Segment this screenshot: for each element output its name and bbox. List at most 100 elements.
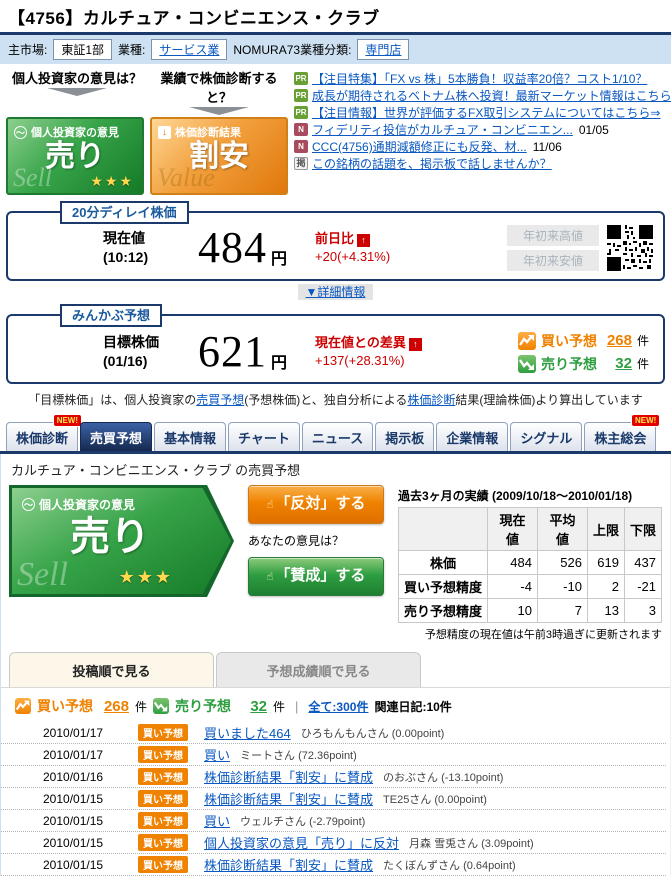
target-price-note: 「目標株価」は、個人投資家の売買予想(予想株価)と、独自分析による株価診断結果(… (0, 391, 671, 408)
table-row: 売り予想精度 10 7 13 3 (399, 599, 662, 623)
sell-forecast-label: 売り予想 (541, 354, 597, 374)
all-posts-link[interactable]: 全て:300件 (308, 698, 368, 715)
trade-forecast-link[interactable]: 売買予想 (196, 393, 244, 407)
current-price-value: 484 (198, 226, 267, 270)
news-item: PR 成長が期待されるベトナム株へ投資！最新マーケット情報はこちら (294, 87, 671, 104)
target-price-value: 621 (198, 330, 267, 374)
stats-table: 現在値 平均値 上限 下限 株価 484 526 619 437 買い予想精度 … (398, 507, 662, 623)
post-title-link[interactable]: 株価診断結果「割安」に賛成 (204, 855, 373, 874)
nomura-link[interactable]: 専門店 (357, 39, 409, 60)
board-link[interactable]: この銘柄の話題を、掲示板で話しませんか？ (312, 155, 552, 172)
opinion-badges: 個人投資家の意見は？ 業績で株価診断すると？ 〜 個人投資家の意見 売り Sel… (6, 68, 290, 195)
tab-company-info[interactable]: 企業情報 (436, 422, 508, 451)
agree-button[interactable]: ☝「賛成」する (248, 557, 384, 596)
buy-forecast-icon (518, 332, 536, 350)
star-rating: ★★★ (119, 567, 173, 588)
corner-cell (399, 508, 488, 551)
up-arrow-icon: ↑ (409, 338, 422, 351)
post-title-link[interactable]: 株価診断結果「割安」に賛成 (204, 789, 373, 808)
buy-forecast-badge: 買い予想 (138, 856, 188, 873)
main-tabs: 株価診断NEW! 売買予想 基本情報 チャート ニュース 掲示板 企業情報 シグ… (0, 414, 671, 451)
opinion-news-row: 個人投資家の意見は？ 業績で株価診断すると？ 〜 個人投資家の意見 売り Sel… (0, 64, 671, 197)
quote-time: (10:12) (103, 248, 198, 267)
news-item: N フィデリティ投信がカルチュア・コンビニエン... 01/05 (294, 121, 671, 138)
year-high-button[interactable]: 年初来高値 (507, 225, 599, 246)
stock-info-bar: 主市場: 東証1部 業種: サービス業 NOMURA73業種分類: 専門店 (0, 32, 671, 64)
sell-count-link[interactable]: 32 (237, 698, 267, 715)
post-row: 2010/01/16 買い予想 株価診断結果「割安」に賛成 のおぶさん (-13… (1, 766, 666, 788)
news-link[interactable]: 成長が期待されるベトナム株へ投資！最新マーケット情報はこちら (312, 87, 671, 104)
year-low-button[interactable]: 年初来安値 (507, 250, 599, 271)
industry-link[interactable]: サービス業 (151, 39, 227, 60)
detail-info-link[interactable]: ▼詳細情報 (298, 284, 374, 300)
tab-chart[interactable]: チャート (228, 422, 300, 451)
oppose-button[interactable]: ☝「反対」する (248, 485, 384, 524)
page-title: 【4756】カルチュア・コンビニエンス・クラブ (0, 0, 671, 32)
up-arrow-icon: ↑ (357, 234, 370, 247)
news-item: PR 【注目特集】「FX vs 株」5本勝負！収益率20倍？コスト1/10？ (294, 70, 671, 87)
col-header: 下限 (624, 508, 661, 551)
news-date: 11/06 (533, 140, 562, 154)
vote-area: 〜 個人投資家の意見 売り Sell ★★★ ☝「反対」する あなたの意見は？ … (1, 483, 670, 642)
tab-basic-info[interactable]: 基本情報 (154, 422, 226, 451)
post-author: ウェルチさん (-2.79point) (240, 813, 365, 829)
forecast-counts: 買い予想 268 件 売り予想 32 件 | 全て:300件 関連日記:10件 (1, 688, 670, 722)
stats-note: 予想精度の現在値は午前3時過ぎに更新されます (398, 626, 662, 642)
post-date: 2010/01/15 (43, 858, 138, 872)
buy-forecast-badge: 買い予想 (138, 746, 188, 763)
yen-unit: 円 (271, 245, 287, 269)
sell-forecast-icon (518, 355, 536, 373)
down-triangle-icon (47, 88, 107, 96)
tab-stock-diagnosis[interactable]: 株価診断NEW! (6, 422, 78, 451)
price-diagnosis-badge[interactable]: ↓ 株価診断結果 割安 Value (150, 117, 288, 195)
news-link[interactable]: CCC(4756)通期減額修正にも反発、材... (312, 138, 527, 155)
post-row: 2010/01/17 買い予想 買いました464 ひろもんもんさん (0.00p… (1, 722, 666, 744)
post-title-link[interactable]: 個人投資家の意見「売り」に反対 (204, 833, 399, 852)
buy-forecast-label: 買い予想 (541, 331, 597, 351)
post-title-link[interactable]: 買い (204, 745, 230, 764)
sub-tabs: 投稿順で見る 予想成績順で見る (1, 642, 670, 687)
tab-news[interactable]: ニュース (302, 422, 373, 451)
separator: | (295, 699, 298, 714)
tab-trade-forecast[interactable]: 売買予想 (80, 422, 152, 451)
post-row: 2010/01/15 買い予想 買い ウェルチさん (-2.79point) (1, 810, 666, 832)
hand-icon: ☝ (267, 571, 274, 583)
subtab-by-performance[interactable]: 予想成績順で見る (216, 652, 421, 687)
subtab-by-post-order[interactable]: 投稿順で見る (9, 652, 214, 687)
hand-icon: ☝ (267, 499, 274, 511)
stats-caption: 過去3ヶ月の実績 (2009/10/18～2010/01/18) (398, 487, 662, 504)
post-title-link[interactable]: 買い (204, 811, 230, 830)
sell-forecast-icon (153, 698, 169, 714)
posts-panel: 買い予想 268 件 売り予想 32 件 | 全て:300件 関連日記:10件 … (1, 687, 670, 876)
value-watermark: Value (157, 163, 215, 193)
tab-signal[interactable]: シグナル (510, 422, 582, 451)
minkabu-forecast-label: みんかぶ予想 (60, 304, 162, 327)
sell-forecast-label: 売り予想 (175, 696, 231, 716)
post-author: TE25さん (0.00point) (383, 791, 487, 807)
news-link[interactable]: フィデリティ投信がカルチュア・コンビニエン... (312, 121, 573, 138)
news-link[interactable]: 【注目特集】「FX vs 株」5本勝負！収益率20倍？コスト1/10？ (312, 70, 647, 87)
diff-from-current: 現在値との差異↑ +137(+28.31%) (315, 334, 422, 370)
post-author: たくぼんずさん (0.64point) (383, 857, 516, 873)
col-header: 上限 (587, 508, 624, 551)
investor-opinion-badge[interactable]: 〜 個人投資家の意見 売り Sell ★★★ (6, 117, 144, 195)
new-badge: NEW! (53, 414, 82, 427)
diagnosis-question: 業績で株価診断すると？ (148, 68, 290, 117)
post-date: 2010/01/15 (43, 792, 138, 806)
post-row: 2010/01/15 買い予想 株価診断結果「割安」に賛成 TE25さん (0.… (1, 788, 666, 810)
diagnosis-link[interactable]: 株価診断 (407, 393, 455, 407)
post-title-link[interactable]: 株価診断結果「割安」に賛成 (204, 767, 373, 786)
tab-board[interactable]: 掲示板 (375, 422, 434, 451)
table-row: 株価 484 526 619 437 (399, 551, 662, 575)
target-price-box: みんかぶ予想 目標株価 (01/16) 621 円 現在値との差異↑ +137(… (6, 314, 665, 384)
buy-forecast-icon (15, 698, 31, 714)
buy-count-link[interactable]: 268 (602, 331, 632, 351)
current-price-label: 現在値 (10:12) (8, 229, 198, 267)
sell-count-link[interactable]: 32 (602, 354, 632, 374)
your-opinion-question: あなたの意見は？ (248, 532, 344, 549)
news-link[interactable]: 【注目情報】世界が評価するFX取引システムについてはこちら⇒ (312, 104, 660, 121)
buy-count-link[interactable]: 268 (99, 698, 129, 715)
tab-shareholders-meeting[interactable]: 株主総会NEW! (584, 422, 656, 451)
post-title-link[interactable]: 買いました464 (204, 723, 291, 742)
change-value: +20(+4.31%) (315, 248, 390, 266)
